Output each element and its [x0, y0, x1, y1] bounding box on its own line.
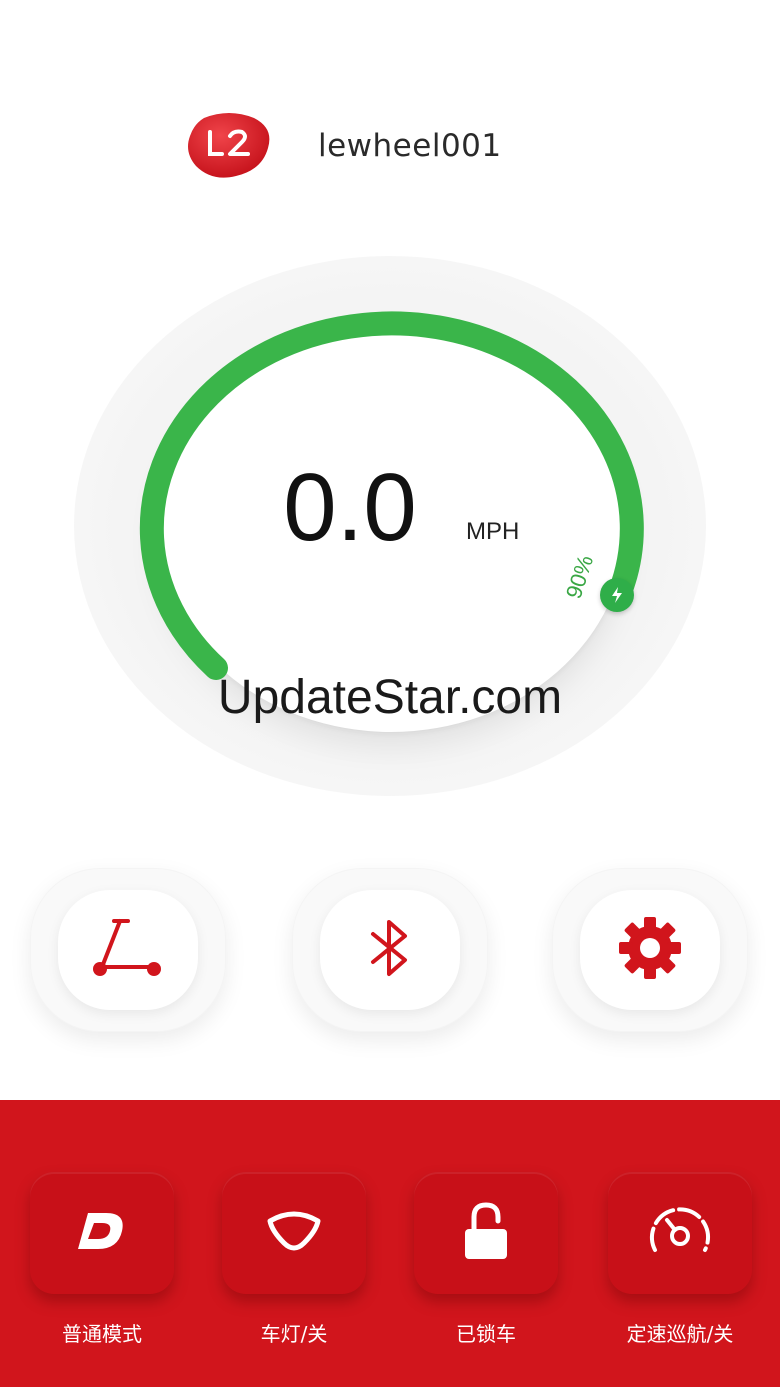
lock-label: 已锁车: [456, 1322, 516, 1346]
bluetooth-icon: [367, 916, 413, 984]
device-name: lewheel001: [318, 128, 502, 164]
scooter-button[interactable]: [30, 868, 226, 1032]
watermark: UpdateStar.com: [217, 671, 563, 724]
settings-button-inner: [580, 890, 720, 1010]
header: lewheel001: [0, 100, 780, 196]
bluetooth-button-inner: [320, 890, 460, 1010]
brand-logo: [186, 110, 272, 180]
settings-button[interactable]: [552, 868, 748, 1032]
headlight-label: 车灯/关: [260, 1322, 328, 1346]
charging-icon: [600, 578, 634, 612]
speed-unit: MPH: [466, 518, 520, 545]
scooter-button-inner: [58, 890, 198, 1010]
gear-icon: [617, 915, 683, 985]
headlight-button[interactable]: [222, 1172, 366, 1294]
cruise-control-label: 定速巡航/关: [626, 1322, 734, 1346]
lock-icon: [461, 1201, 511, 1265]
lock-button[interactable]: [414, 1172, 558, 1294]
speed-value: 0.0: [283, 454, 417, 561]
control-bar: 普通模式 车灯/关 已锁车 定速巡航/关: [0, 1100, 780, 1387]
headlight-icon: [264, 1209, 324, 1257]
drive-mode-icon: [72, 1207, 132, 1259]
bluetooth-button[interactable]: [292, 868, 488, 1032]
scooter-icon: [88, 915, 168, 985]
speedometer-icon: [645, 1204, 715, 1262]
drive-mode-label: 普通模式: [62, 1322, 142, 1346]
drive-mode-button[interactable]: [30, 1172, 174, 1294]
cruise-control-button[interactable]: [608, 1172, 752, 1294]
